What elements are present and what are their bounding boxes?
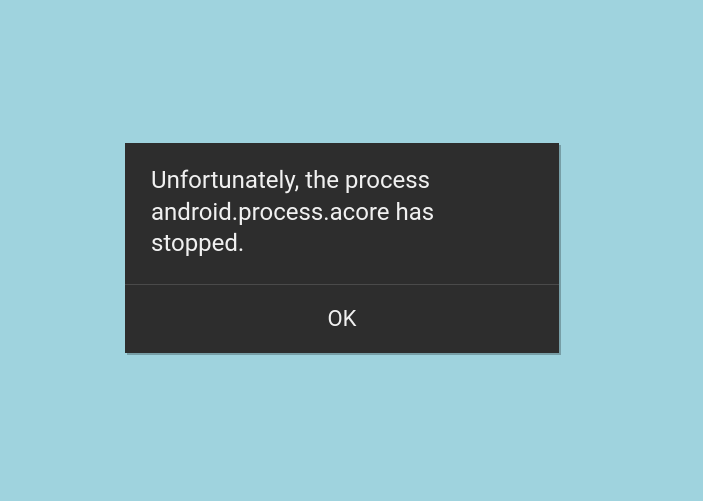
dialog-message: Unfortunately, the process android.proce… (125, 143, 559, 285)
ok-button[interactable]: OK (125, 285, 559, 353)
dialog-actions: OK (125, 285, 559, 353)
error-dialog: Unfortunately, the process android.proce… (125, 143, 559, 353)
